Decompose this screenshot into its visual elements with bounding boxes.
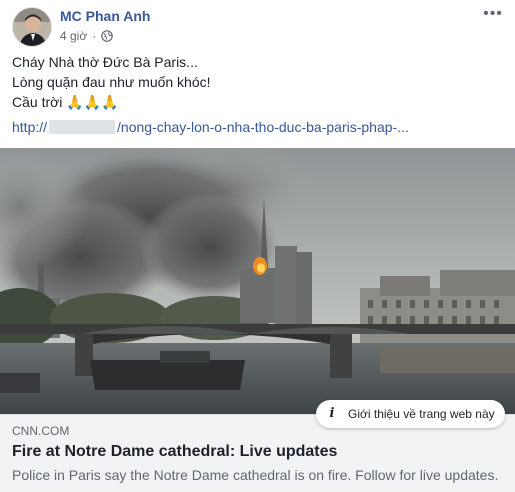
prayer-hands-icon: 🙏🙏🙏 [66, 94, 119, 110]
post-text-line: Cầu trời 🙏🙏🙏 [12, 92, 492, 112]
link-prefix[interactable]: http:// [12, 119, 47, 135]
post-text-line: Cháy Nhà thờ Đức Bà Paris... [12, 54, 198, 70]
site-info-button[interactable]: i Giới thiệu về trang web này [316, 400, 505, 428]
meta-separator: · [92, 29, 97, 43]
globe-icon[interactable] [101, 30, 114, 42]
post-meta: 4 giờ · [60, 29, 114, 43]
redacted-domain [49, 120, 116, 134]
post-link[interactable]: http:// /nong-chay-lon-o-nha-tho-duc-ba-… [12, 119, 409, 135]
post-text-line-3: Cầu trời [12, 94, 63, 110]
post-text: Cháy Nhà thờ Đức Bà Paris... Lòng quặn đ… [12, 52, 492, 112]
avatar[interactable] [12, 7, 52, 47]
preview-domain: CNN.COM [12, 424, 70, 438]
facebook-post: MC Phan Anh 4 giờ · ••• Cháy Nhà thờ Đức… [0, 0, 515, 492]
preview-title[interactable]: Fire at Notre Dame cathedral: Live updat… [12, 443, 337, 461]
author-name[interactable]: MC Phan Anh [60, 8, 150, 24]
ellipsis-icon[interactable]: ••• [481, 6, 505, 26]
info-icon: i [329, 406, 335, 421]
notre-dame-fire-photo[interactable] [0, 148, 515, 414]
post-time[interactable]: 4 giờ [60, 29, 87, 43]
post-text-line: Lòng quặn đau như muốn khóc! [12, 74, 211, 90]
link-path[interactable]: /nong-chay-lon-o-nha-tho-duc-ba-paris-ph… [117, 119, 409, 135]
site-info-label: Giới thiệu về trang web này [348, 407, 495, 421]
preview-description: Police in Paris say the Notre Dame cathe… [12, 467, 499, 483]
